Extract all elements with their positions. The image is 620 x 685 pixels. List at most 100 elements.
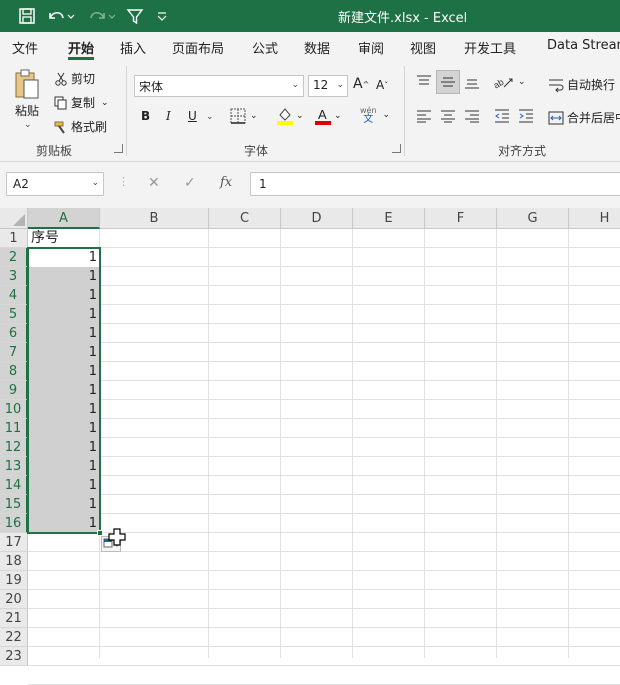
row-header-17[interactable]: 17 [0,533,28,552]
borders-button[interactable]: ⌄ [230,108,258,124]
bottom-align-button[interactable] [464,74,480,90]
filter-icon[interactable] [124,4,146,28]
font-color-icon: A [315,107,331,125]
bottom-align-icon [465,79,479,89]
tab-home[interactable]: 开始 [68,38,94,57]
row-header-20[interactable]: 20 [0,590,28,609]
row-header-6[interactable]: 6 [0,324,28,343]
redo-icon[interactable] [86,4,120,28]
phonetic-guide-button[interactable]: wén 文 ⌄ [360,106,391,125]
wrap-text-button[interactable]: 自动换行 [548,76,615,93]
tab-data[interactable]: 数据 [304,38,330,57]
row-header-12[interactable]: 12 [0,438,28,457]
gridline-horizontal [28,494,620,495]
paste-button[interactable]: 粘贴 [15,102,39,119]
orientation-button[interactable]: ab ⌄ [494,74,526,90]
tab-view[interactable]: 视图 [410,38,436,57]
align-left-button[interactable] [416,109,432,123]
gridline-horizontal [28,380,620,381]
copy-button[interactable]: 复制 ⌄ [54,94,109,111]
row-header-14[interactable]: 14 [0,476,28,495]
align-left-icon [417,110,431,123]
row-header-19[interactable]: 19 [0,571,28,590]
tab-developer[interactable]: 开发工具 [464,38,516,57]
name-box[interactable]: A2 ⌄ [6,172,104,196]
column-header-c[interactable]: C [209,208,281,229]
row-header-7[interactable]: 7 [0,343,28,362]
clipboard-launcher-icon[interactable] [114,144,123,153]
row-header-8[interactable]: 8 [0,362,28,381]
grow-font-label: A [353,76,363,92]
align-center-button[interactable] [440,109,456,123]
column-header-f[interactable]: F [425,208,497,229]
cut-button[interactable]: 剪切 [54,70,95,87]
merge-center-button[interactable]: 合并后居中 [548,109,620,126]
column-header-d[interactable]: D [281,208,353,229]
tab-page-layout[interactable]: 页面布局 [172,38,224,57]
row-header-15[interactable]: 15 [0,495,28,514]
row-header-10[interactable]: 10 [0,400,28,419]
row-header-4[interactable]: 4 [0,286,28,305]
formula-input[interactable]: 1 [250,172,620,196]
row-header-1[interactable]: 1 [0,229,28,248]
customize-qat-icon[interactable] [154,4,170,28]
column-header-g[interactable]: G [497,208,569,229]
merge-center-icon [548,111,564,124]
worksheet-grid[interactable]: A B C D E F G H 1 2 3 4 5 6 7 8 9 10 11 12 13 14 15 16 17 18 19 20 2… [0,208,620,685]
row-header-9[interactable]: 9 [0,381,28,400]
row-header-13[interactable]: 13 [0,457,28,476]
decrease-indent-button[interactable] [494,109,510,123]
underline-button[interactable]: U [188,109,197,123]
copy-chevron-down-icon[interactable]: ⌄ [101,98,109,108]
row-header-3[interactable]: 3 [0,267,28,286]
bold-button[interactable]: B [141,109,150,123]
borders-icon [230,108,246,124]
row-header-2[interactable]: 2 [0,248,28,267]
row-header-22[interactable]: 22 [0,628,28,647]
row-header-18[interactable]: 18 [0,552,28,571]
row-header-23[interactable]: 23 [0,647,28,666]
decrease-font-size-button[interactable]: Aˇ [376,78,388,92]
row-header-16[interactable]: 16 [0,514,28,533]
font-name-select[interactable]: 宋体 ⌄ [134,75,304,97]
increase-indent-button[interactable] [518,109,534,123]
fill-color-button[interactable]: ⌄ [276,106,304,126]
undo-icon[interactable] [44,4,78,28]
window-title: 新建文件.xlsx - Excel [338,11,468,26]
align-right-button[interactable] [464,109,480,123]
tab-review[interactable]: 审阅 [358,38,384,57]
row-header-21[interactable]: 21 [0,609,28,628]
column-header-e[interactable]: E [353,208,425,229]
font-size-select[interactable]: 12 ⌄ [308,75,348,97]
insert-function-button[interactable]: fx [220,175,232,190]
italic-button[interactable]: I [166,109,171,123]
select-all-button[interactable] [0,208,28,229]
tab-file[interactable]: 文件 [12,38,38,57]
copy-label: 复制 [71,96,96,110]
gridline-vertical [496,229,497,658]
save-icon[interactable] [14,4,40,28]
paste-chevron-down-icon[interactable]: ⌄ [24,120,32,130]
increase-font-size-button[interactable]: A ^ [353,76,369,92]
cancel-icon[interactable]: ✕ [148,175,160,191]
enter-icon[interactable]: ✓ [184,175,196,191]
gridline-vertical [568,229,569,658]
row-header-5[interactable]: 5 [0,305,28,324]
format-painter-label: 格式刷 [71,120,108,134]
paste-icon[interactable] [12,68,46,100]
tab-formulas[interactable]: 公式 [252,38,278,57]
format-painter-button[interactable]: 格式刷 [54,118,107,135]
column-header-a[interactable]: A [28,208,100,229]
column-header-b[interactable]: B [100,208,209,229]
column-header-h[interactable]: H [569,208,620,229]
font-launcher-icon[interactable] [392,144,401,153]
row-header-11[interactable]: 11 [0,419,28,438]
middle-align-button[interactable] [436,70,460,94]
tab-insert[interactable]: 插入 [120,38,146,57]
cell-a1[interactable]: 序号 [28,229,100,248]
tab-data-stream[interactable]: Data Stream [547,38,620,53]
font-color-button[interactable]: A ⌄ [314,106,342,126]
underline-chevron-down-icon[interactable]: ⌄ [206,112,214,122]
phonetic-chevron-down-icon: ⌄ [382,110,391,120]
top-align-button[interactable] [416,74,432,90]
